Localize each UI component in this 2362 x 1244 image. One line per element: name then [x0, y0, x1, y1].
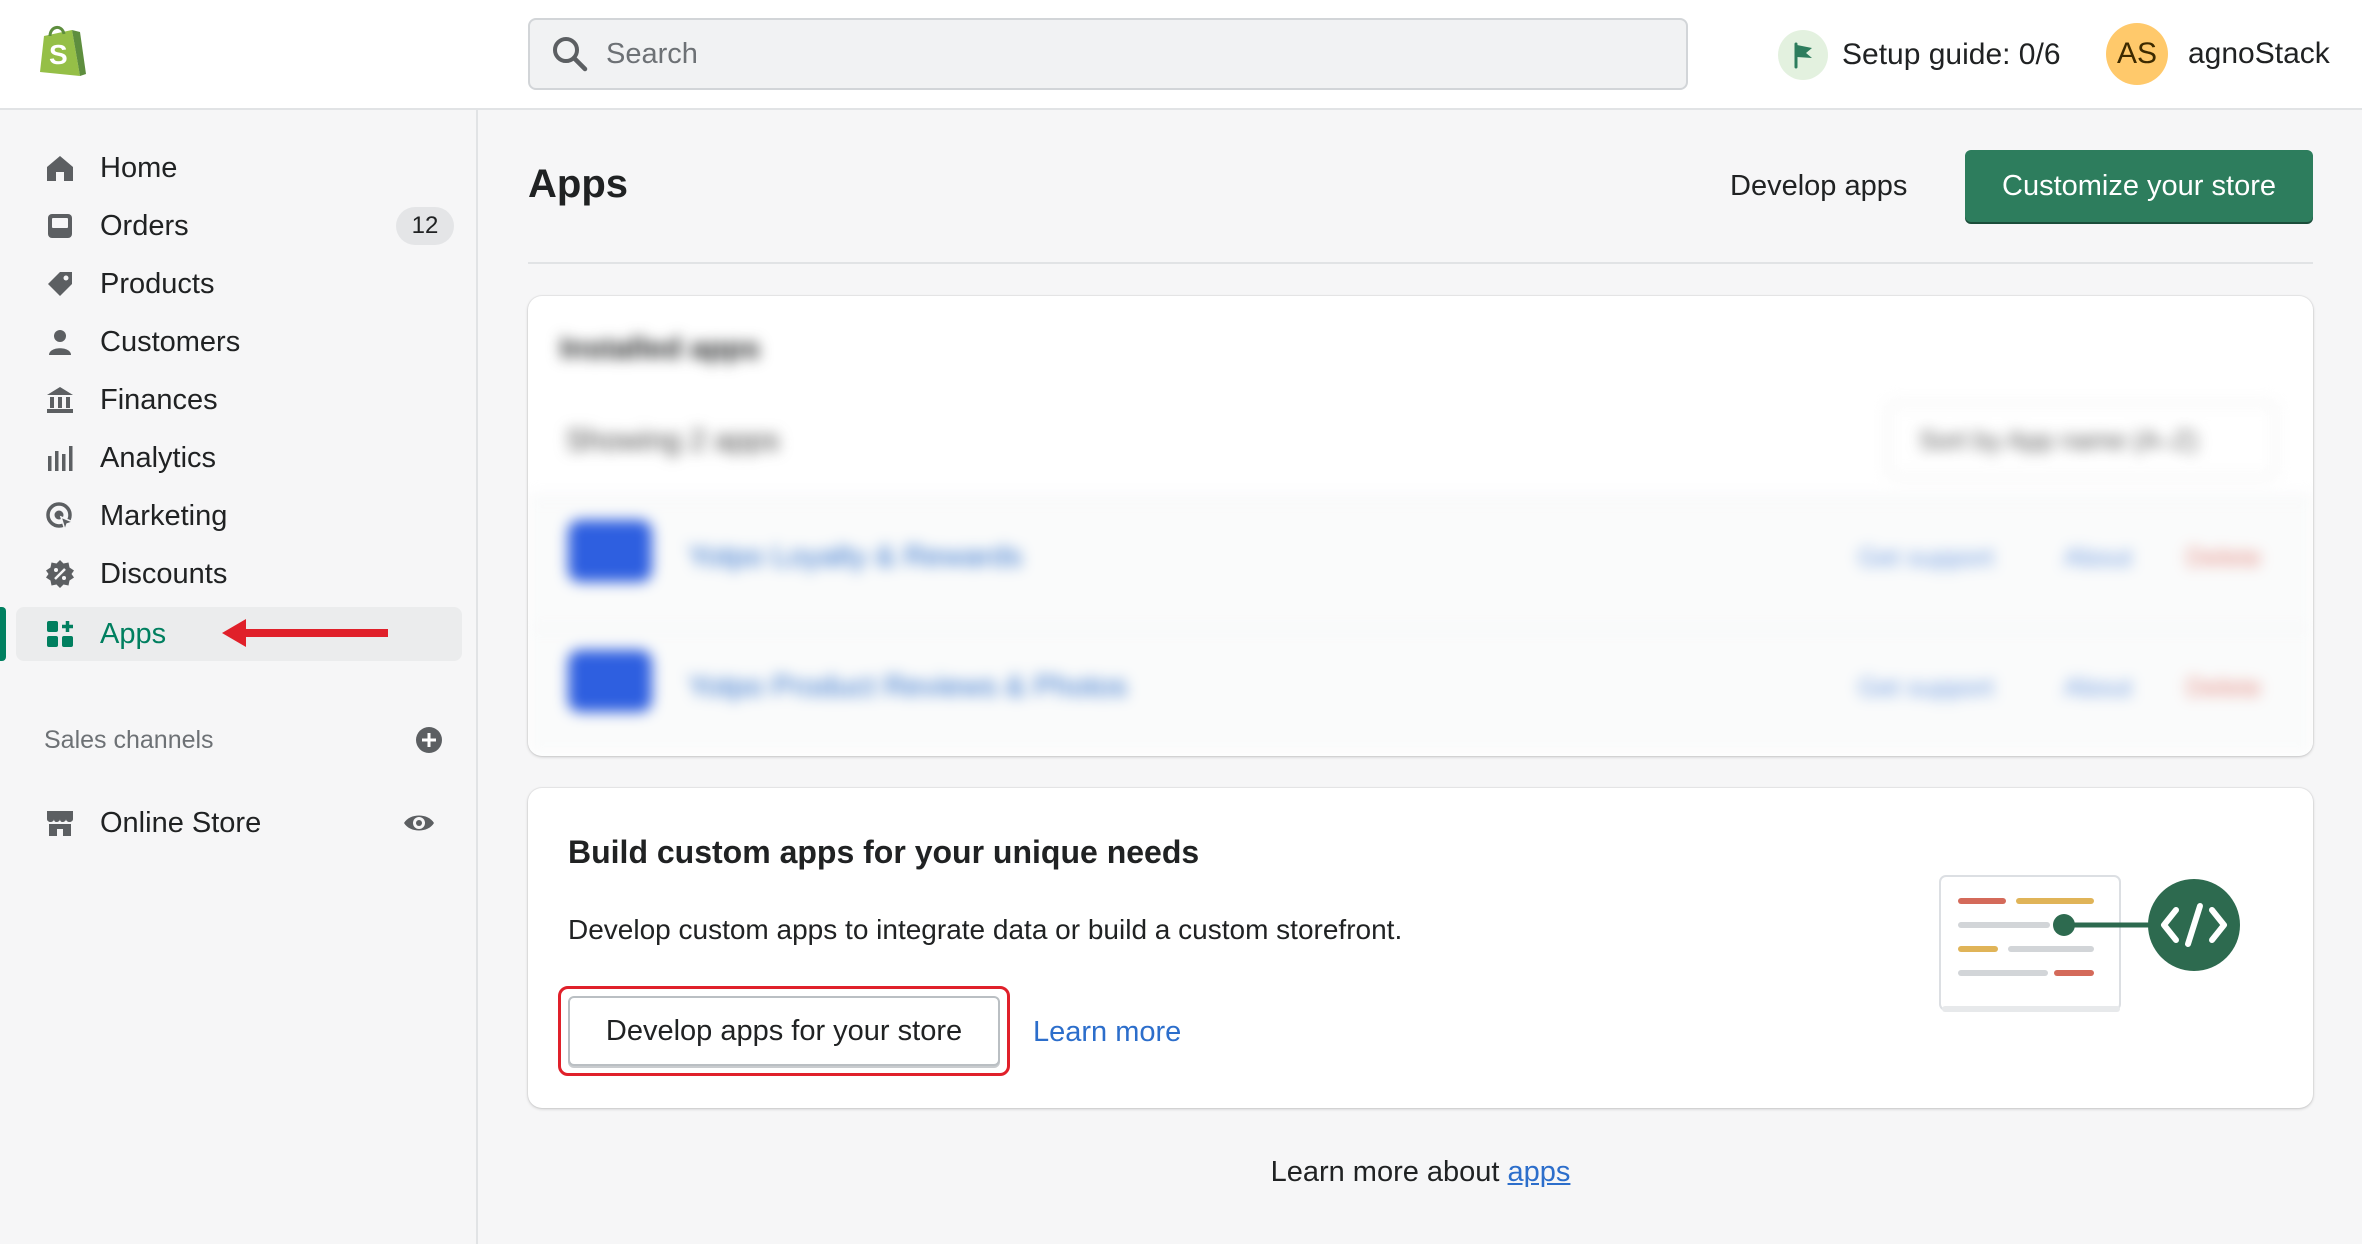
sidebar-item-online-store[interactable]: Online Store: [16, 796, 462, 850]
footer-text: Learn more about: [1270, 1156, 1508, 1188]
sidebar-item-customers[interactable]: Customers: [16, 315, 462, 369]
home-icon: [47, 156, 73, 181]
active-indicator: [0, 607, 6, 661]
search-input[interactable]: [606, 37, 1646, 71]
sidebar-item-products[interactable]: Products: [16, 257, 462, 311]
build-heading: Build custom apps for your unique needs: [568, 834, 1200, 870]
setup-guide-button[interactable]: Setup guide: 0/6: [1778, 26, 2061, 84]
red-arrow-annotation-icon: [222, 619, 388, 647]
bank-icon: [47, 387, 73, 413]
sidebar-item-label: Marketing: [100, 499, 228, 532]
discount-icon: [46, 560, 74, 588]
footer-learn-more: Learn more about apps: [528, 1156, 2313, 1189]
sidebar-item-label: Home: [100, 151, 178, 184]
store-name: agnoStack: [2188, 37, 2330, 70]
add-circle-icon[interactable]: [414, 725, 444, 755]
sidebar-item-discounts[interactable]: Discounts: [16, 547, 462, 601]
eye-icon[interactable]: [402, 808, 436, 838]
orders-icon: [48, 214, 72, 238]
app-name-link[interactable]: Yotpo Loyalty & Rewards: [688, 540, 1022, 574]
sidebar-item-label: Products: [100, 267, 215, 300]
get-support-link[interactable]: Get support: [1858, 542, 1994, 573]
apps-help-link[interactable]: apps: [1508, 1156, 1571, 1188]
sales-channels-header: Sales channels: [44, 720, 444, 760]
orders-count-badge: 12: [396, 207, 454, 245]
sidebar-item-home[interactable]: Home: [16, 141, 462, 195]
delete-link[interactable]: Delete: [2186, 542, 2261, 573]
setup-guide-label: Setup guide: 0/6: [1842, 38, 2061, 71]
delete-link[interactable]: Delete: [2186, 672, 2261, 703]
svg-text:S: S: [49, 39, 68, 70]
sidebar-item-label: Orders: [100, 209, 189, 242]
sidebar-item-label: Analytics: [100, 441, 217, 474]
installed-apps-title: Installed apps: [560, 332, 761, 365]
page-title: Apps: [528, 162, 628, 206]
avatar: AS: [2106, 23, 2168, 85]
get-support-link[interactable]: Get support: [1858, 672, 1994, 703]
sidebar-item-marketing[interactable]: Marketing: [16, 489, 462, 543]
top-bar: S Setup guide: 0/6 AS agnoStack: [0, 0, 2362, 110]
sidebar-item-label: Apps: [100, 617, 167, 650]
person-icon: [49, 330, 71, 355]
header-divider: [528, 262, 2313, 264]
target-icon: [46, 502, 76, 532]
build-description: Develop custom apps to integrate data or…: [568, 914, 1403, 945]
app-logo-icon: [568, 520, 652, 582]
table-row[interactable]: Yotpo Product Reviews & Photos Get suppo…: [528, 626, 2313, 754]
app-logo-icon: [568, 650, 652, 712]
sidebar-item-label: Online Store: [100, 806, 262, 839]
sidebar-item-label: Customers: [100, 325, 241, 358]
about-link[interactable]: About: [2064, 542, 2132, 573]
user-menu[interactable]: AS agnoStack: [2106, 22, 2330, 86]
sort-select[interactable]: Sort by App name (A–Z): [1887, 402, 2277, 478]
sidebar-item-finances[interactable]: Finances: [16, 373, 462, 427]
table-row[interactable]: Yotpo Loyalty & Rewards Get support Abou…: [528, 496, 2313, 624]
flag-icon: [1778, 30, 1828, 80]
sidebar-item-label: Finances: [100, 383, 218, 416]
about-link[interactable]: About: [2064, 672, 2132, 703]
tag-icon: [48, 272, 72, 296]
shopify-logo-icon[interactable]: S: [36, 22, 88, 80]
sidebar-item-analytics[interactable]: Analytics: [16, 431, 462, 485]
apps-icon: [47, 621, 73, 647]
sales-channels-label: Sales channels: [44, 725, 214, 754]
sidebar-item-orders[interactable]: Orders 12: [16, 199, 462, 253]
sidebar: Home Orders 12 Products Customers Financ…: [0, 110, 478, 1244]
app-name-link[interactable]: Yotpo Product Reviews & Photos: [688, 670, 1127, 704]
sidebar-item-label: Discounts: [100, 557, 228, 590]
installed-apps-card: Installed apps Showing 2 apps Sort by Ap…: [528, 296, 2313, 756]
develop-apps-for-store-button[interactable]: Develop apps for your store: [568, 996, 1000, 1066]
develop-apps-button[interactable]: Develop apps: [1730, 170, 1907, 203]
bar-chart-icon: [48, 446, 73, 471]
search-icon: [553, 37, 588, 72]
learn-more-link[interactable]: Learn more: [1033, 1016, 1181, 1049]
build-custom-apps-card: Build custom apps for your unique needs …: [528, 788, 2313, 1108]
installed-apps-count: Showing 2 apps: [566, 424, 780, 457]
customize-store-button[interactable]: Customize your store: [1965, 150, 2313, 222]
code-illustration-icon: [1939, 875, 2240, 1012]
store-icon: [47, 811, 73, 836]
search-bar[interactable]: [528, 18, 1688, 90]
